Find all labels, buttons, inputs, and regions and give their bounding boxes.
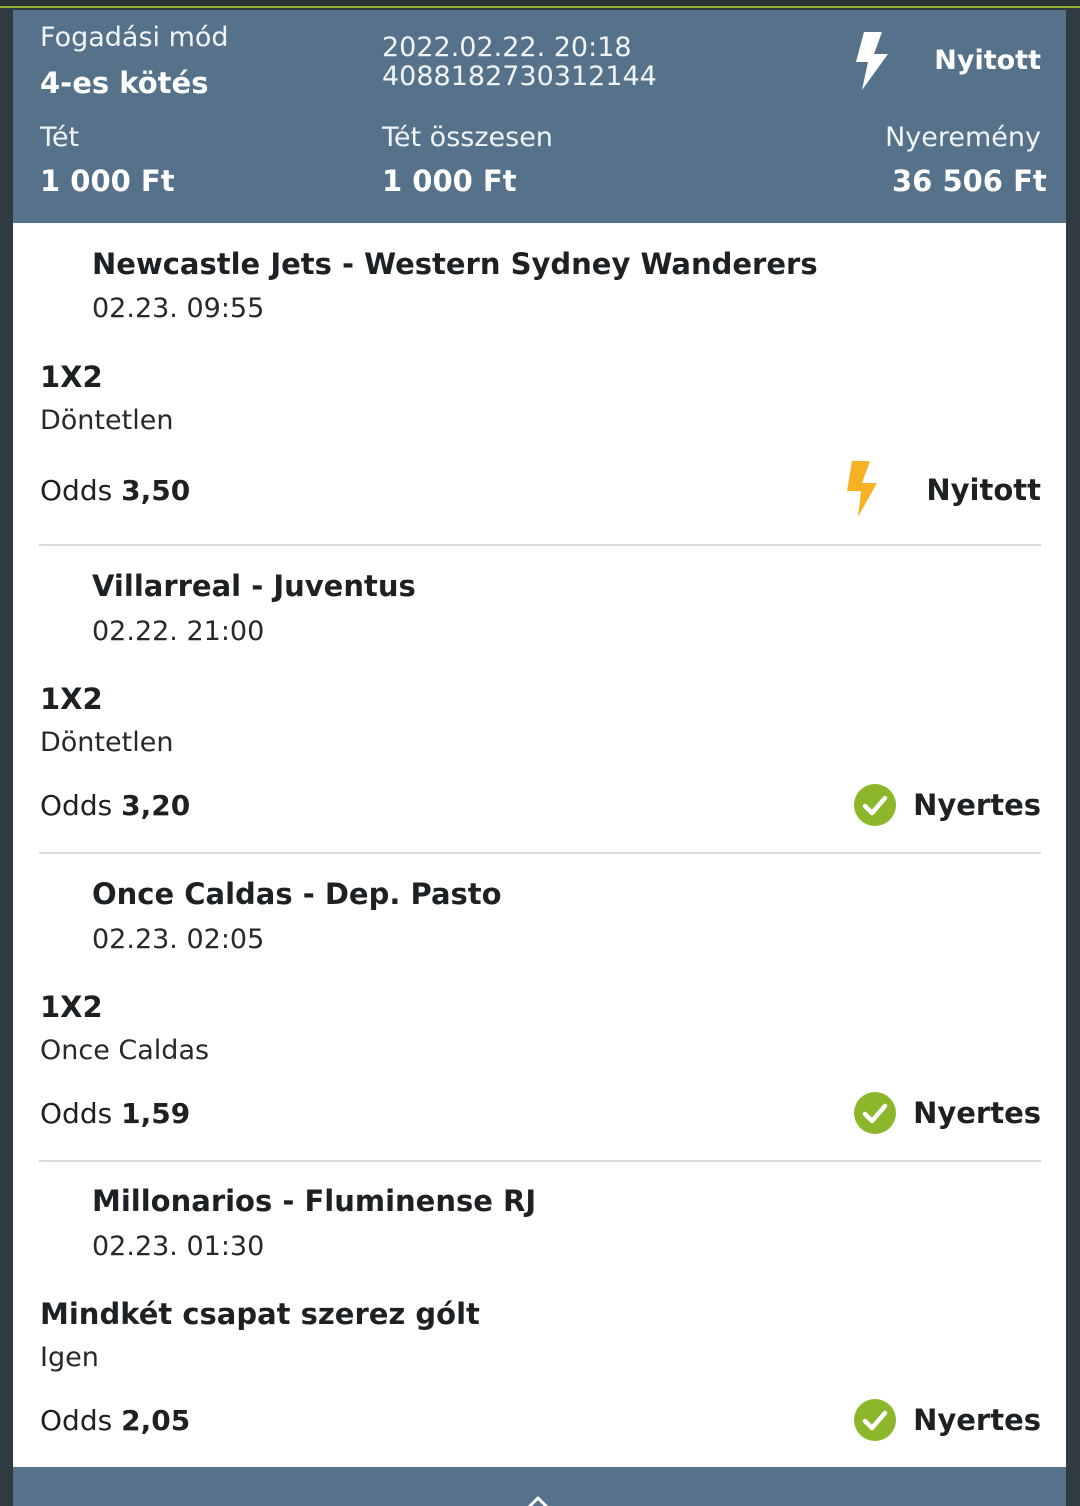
stake-label: Tét <box>40 122 80 153</box>
bet-mode-label: Fogadási mód <box>40 22 229 53</box>
odds: Odds 2,05 <box>40 1404 190 1437</box>
bet-selection-item[interactable]: Millonarios - Fluminense RJ 02.23. 01:30… <box>13 1162 1066 1467</box>
check-circle-icon <box>854 1399 896 1441</box>
match-title: Villarreal - Juventus <box>92 569 416 603</box>
odds-value: 1,59 <box>121 1097 191 1130</box>
match-time: 02.23. 09:55 <box>92 293 265 324</box>
selection-name: Döntetlen <box>40 727 174 758</box>
odds: Odds 1,59 <box>40 1097 190 1130</box>
selection-status: Nyitott <box>926 473 1041 507</box>
match-time: 02.22. 21:00 <box>92 616 265 647</box>
total-stake-value: 1 000 Ft <box>382 164 517 198</box>
odds-label: Odds <box>40 474 113 507</box>
stake-value: 1 000 Ft <box>40 164 175 198</box>
market-name: 1X2 <box>40 360 103 394</box>
selection-name: Once Caldas <box>40 1035 210 1066</box>
selection-status: Nyertes <box>913 788 1041 822</box>
top-strip <box>0 0 1080 8</box>
winnings-value: 36 506 Ft <box>892 164 1047 198</box>
odds-value: 3,50 <box>121 474 191 507</box>
bet-mode-value: 4-es kötés <box>40 66 209 100</box>
match-title: Newcastle Jets - Western Sydney Wanderer… <box>92 247 818 281</box>
ticket-datetime: 2022.02.22. 20:18 <box>382 32 632 63</box>
odds-label: Odds <box>40 1404 113 1437</box>
total-stake-label: Tét összesen <box>382 122 553 153</box>
selection-name: Igen <box>40 1342 99 1373</box>
selection-name: Döntetlen <box>40 405 174 436</box>
lightning-icon <box>854 30 890 92</box>
selection-status: Nyertes <box>913 1403 1041 1437</box>
chevron-up-icon[interactable] <box>527 1495 549 1506</box>
ticket-status: Nyitott <box>934 45 1041 76</box>
market-name: 1X2 <box>40 682 103 716</box>
ticket-header: Fogadási mód 4-es kötés 2022.02.22. 20:1… <box>13 10 1066 223</box>
selection-status: Nyertes <box>913 1096 1041 1130</box>
odds: Odds 3,20 <box>40 789 190 822</box>
bet-selection-item[interactable]: Villarreal - Juventus 02.22. 21:00 1X2 D… <box>13 546 1066 852</box>
odds-value: 2,05 <box>121 1404 191 1437</box>
bet-selection-item[interactable]: Newcastle Jets - Western Sydney Wanderer… <box>13 223 1066 545</box>
match-time: 02.23. 02:05 <box>92 924 265 955</box>
match-time: 02.23. 01:30 <box>92 1231 265 1262</box>
ticket-id: 4088182730312144 <box>382 61 657 92</box>
check-circle-icon <box>854 1092 896 1134</box>
bet-ticket-card: Fogadási mód 4-es kötés 2022.02.22. 20:1… <box>13 10 1066 1506</box>
lightning-icon <box>844 459 880 519</box>
market-name: 1X2 <box>40 990 103 1024</box>
check-circle-icon <box>854 784 896 826</box>
market-name: Mindkét csapat szerez gólt <box>40 1297 480 1331</box>
odds-label: Odds <box>40 789 113 822</box>
bet-selection-item[interactable]: Once Caldas - Dep. Pasto 02.23. 02:05 1X… <box>13 854 1066 1160</box>
odds: Odds 3,50 <box>40 474 190 507</box>
match-title: Millonarios - Fluminense RJ <box>92 1184 537 1218</box>
odds-label: Odds <box>40 1097 113 1130</box>
odds-value: 3,20 <box>121 789 191 822</box>
match-title: Once Caldas - Dep. Pasto <box>92 877 502 911</box>
winnings-label: Nyeremény <box>885 122 1041 153</box>
bottom-collapse-bar[interactable] <box>13 1467 1066 1506</box>
